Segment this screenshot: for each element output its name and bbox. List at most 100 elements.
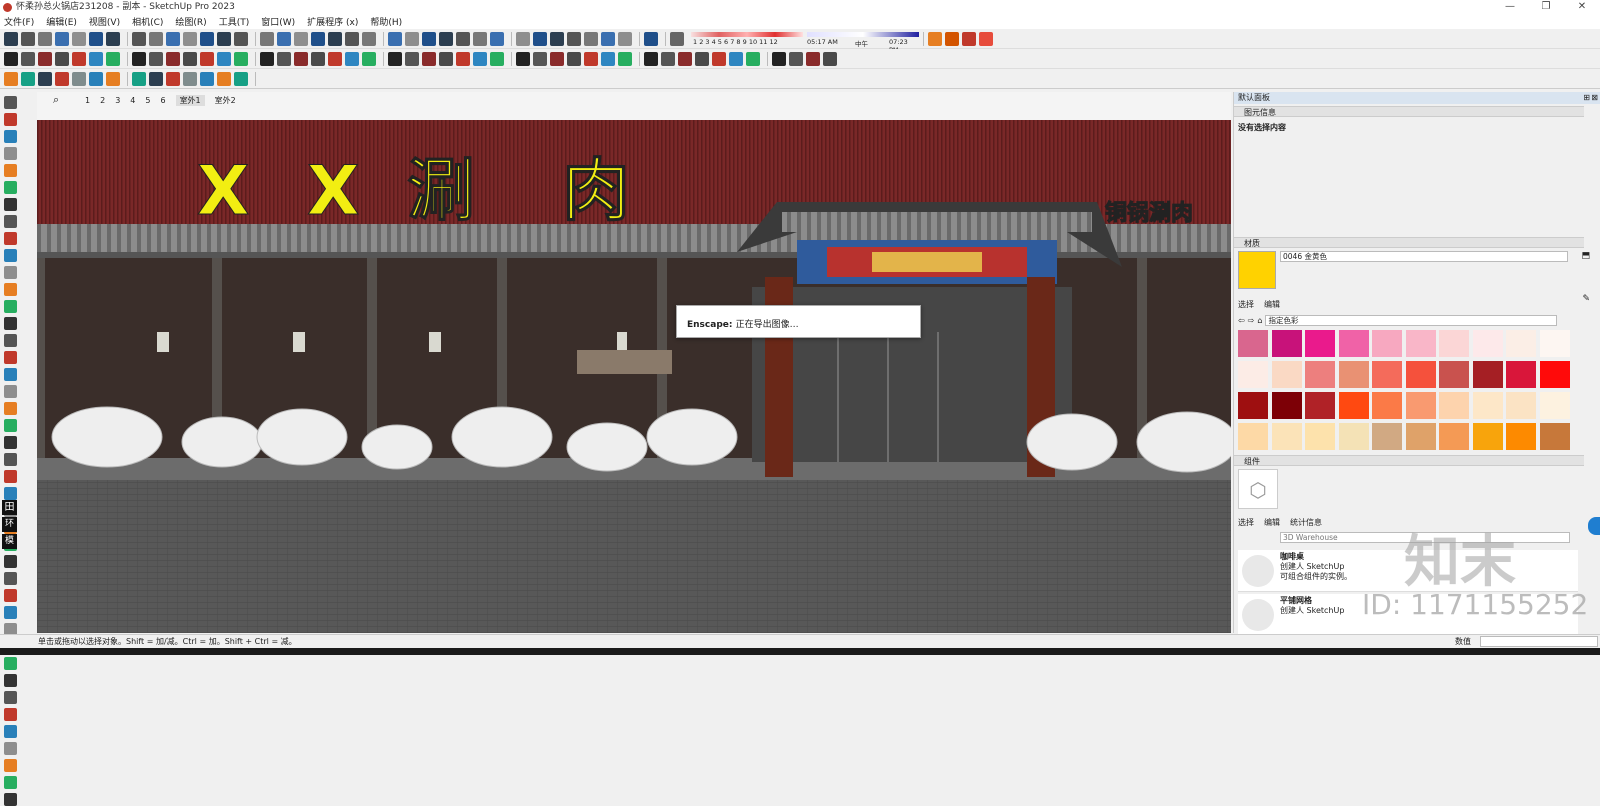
standard-tool-icon-20[interactable] <box>345 51 359 66</box>
material-swatch[interactable] <box>1338 361 1369 388</box>
tray-expand-handle[interactable] <box>1588 517 1600 535</box>
material-swatch[interactable] <box>1238 423 1268 450</box>
standard-tool-icon-41[interactable] <box>729 51 743 66</box>
main-tool-icon-7[interactable] <box>106 31 120 46</box>
palette-tool-icon-11[interactable] <box>4 266 17 279</box>
material-swatch[interactable] <box>1305 423 1335 450</box>
palette-tool-icon-37[interactable] <box>4 708 17 721</box>
palette-tool-icon-41[interactable] <box>4 776 17 789</box>
menu-draw[interactable]: 绘图(R) <box>175 15 206 28</box>
standard-tool-icon-42[interactable] <box>746 51 760 66</box>
standard-tool-icon-4[interactable] <box>55 51 69 66</box>
palette-tool-icon-1[interactable] <box>4 96 17 109</box>
menu-view[interactable]: 视图(V) <box>89 15 120 28</box>
main-tool-icon-32[interactable] <box>567 31 581 46</box>
main-tool-icon-29[interactable] <box>516 31 530 46</box>
main-tool-icon-30[interactable] <box>533 31 547 46</box>
standard-tool-icon-23[interactable] <box>405 51 419 66</box>
material-swatch[interactable] <box>1472 330 1503 357</box>
material-swatch[interactable] <box>1472 423 1503 450</box>
close-button[interactable]: ✕ <box>1564 0 1600 14</box>
standard-tool-icon-10[interactable] <box>166 51 180 66</box>
model-tool-icon[interactable]: 模 <box>2 534 17 549</box>
extension-tool-icon-1[interactable] <box>4 71 18 86</box>
material-swatch[interactable] <box>1372 423 1402 450</box>
standard-tool-icon-17[interactable] <box>294 51 308 66</box>
standard-tool-icon-26[interactable] <box>456 51 470 66</box>
palette-tool-icon-17[interactable] <box>4 368 17 381</box>
extension-tool-icon-4[interactable] <box>55 71 69 86</box>
material-swatch[interactable] <box>1539 330 1570 357</box>
material-swatch[interactable] <box>1338 392 1369 419</box>
entity-info-header[interactable]: 图元信息 <box>1234 106 1584 117</box>
main-tool-icon-22[interactable] <box>388 31 402 46</box>
components-header[interactable]: 组件 <box>1234 455 1584 466</box>
standard-tool-icon-2[interactable] <box>21 51 35 66</box>
palette-tool-icon-24[interactable] <box>4 487 17 500</box>
library-select[interactable]: 指定色彩 <box>1265 315 1558 326</box>
palette-tool-icon-18[interactable] <box>4 385 17 398</box>
extension-tool-icon-8[interactable] <box>132 71 146 86</box>
main-tool-icon-27[interactable] <box>473 31 487 46</box>
standard-tool-icon-6[interactable] <box>89 51 103 66</box>
palette-tool-icon-9[interactable] <box>4 232 17 245</box>
standard-tool-icon-24[interactable] <box>422 51 436 66</box>
palette-tool-icon-31[interactable] <box>4 606 17 619</box>
palette-tool-icon-3[interactable] <box>4 130 17 143</box>
environment-tool-icon[interactable]: 环 <box>2 517 17 532</box>
palette-tool-icon-13[interactable] <box>4 300 17 313</box>
palette-tool-icon-16[interactable] <box>4 351 17 364</box>
sample-paint-icon[interactable]: ✎ <box>1582 294 1590 304</box>
menu-edit[interactable]: 编辑(E) <box>46 15 77 28</box>
forward-icon[interactable]: ⇨ <box>1248 316 1255 325</box>
scene-tab-1[interactable]: 1 <box>85 96 90 105</box>
standard-tool-icon-9[interactable] <box>149 51 163 66</box>
main-tool-icon-14[interactable] <box>234 31 248 46</box>
menu-file[interactable]: 文件(F) <box>4 15 34 28</box>
material-swatch[interactable] <box>1271 330 1302 357</box>
extension-tool-icon-6[interactable] <box>89 71 103 86</box>
extension-tool-icon-5[interactable] <box>72 71 86 86</box>
scene-tab-5[interactable]: 5 <box>145 96 150 105</box>
standard-tool-icon-28[interactable] <box>490 51 504 66</box>
material-swatch[interactable] <box>1506 423 1536 450</box>
standard-tool-icon-37[interactable] <box>661 51 675 66</box>
time-slider[interactable]: 05:17 AM 中午 07:23 PM <box>807 30 919 54</box>
extension-tool-icon-9[interactable] <box>149 71 163 86</box>
material-swatch[interactable] <box>1338 330 1369 357</box>
main-tool-icon-31[interactable] <box>550 31 564 46</box>
palette-tool-icon-7[interactable] <box>4 198 17 211</box>
standard-tool-icon-15[interactable] <box>260 51 274 66</box>
scene-tab-4[interactable]: 4 <box>130 96 135 105</box>
material-swatch[interactable] <box>1405 361 1436 388</box>
components-tab-stats[interactable]: 统计信息 <box>1290 517 1322 528</box>
menu-window[interactable]: 窗口(W) <box>261 15 295 28</box>
standard-tool-icon-33[interactable] <box>584 51 598 66</box>
standard-tool-icon-25[interactable] <box>439 51 453 66</box>
palette-tool-icon-14[interactable] <box>4 317 17 330</box>
material-swatch[interactable] <box>1472 392 1503 419</box>
standard-tool-icon-14[interactable] <box>234 51 248 66</box>
material-swatch[interactable] <box>1439 361 1469 388</box>
main-tool-icon-25[interactable] <box>439 31 453 46</box>
material-swatch[interactable] <box>1405 330 1436 357</box>
material-swatch[interactable] <box>1305 330 1335 357</box>
main-tool-icon-18[interactable] <box>311 31 325 46</box>
material-swatch[interactable] <box>1238 330 1268 357</box>
material-swatch[interactable] <box>1439 330 1469 357</box>
palette-tool-icon-20[interactable] <box>4 419 17 432</box>
standard-tool-icon-12[interactable] <box>200 51 214 66</box>
main-tool-icon-24[interactable] <box>422 31 436 46</box>
material-swatch[interactable] <box>1439 392 1469 419</box>
standard-tool-icon-30[interactable] <box>533 51 547 66</box>
materials-tab-select[interactable]: 选择 <box>1238 299 1254 310</box>
value-input[interactable] <box>1480 636 1598 647</box>
standard-tool-icon-29[interactable] <box>516 51 530 66</box>
palette-tool-icon-4[interactable] <box>4 147 17 160</box>
main-tool-icon-5[interactable] <box>72 31 86 46</box>
main-tool-icon-8[interactable] <box>132 31 146 46</box>
materials-tab-edit[interactable]: 编辑 <box>1264 299 1280 310</box>
material-swatch[interactable] <box>1405 392 1436 419</box>
scene-tab-6[interactable]: 6 <box>160 96 165 105</box>
enscape-start-icon[interactable] <box>928 31 942 46</box>
